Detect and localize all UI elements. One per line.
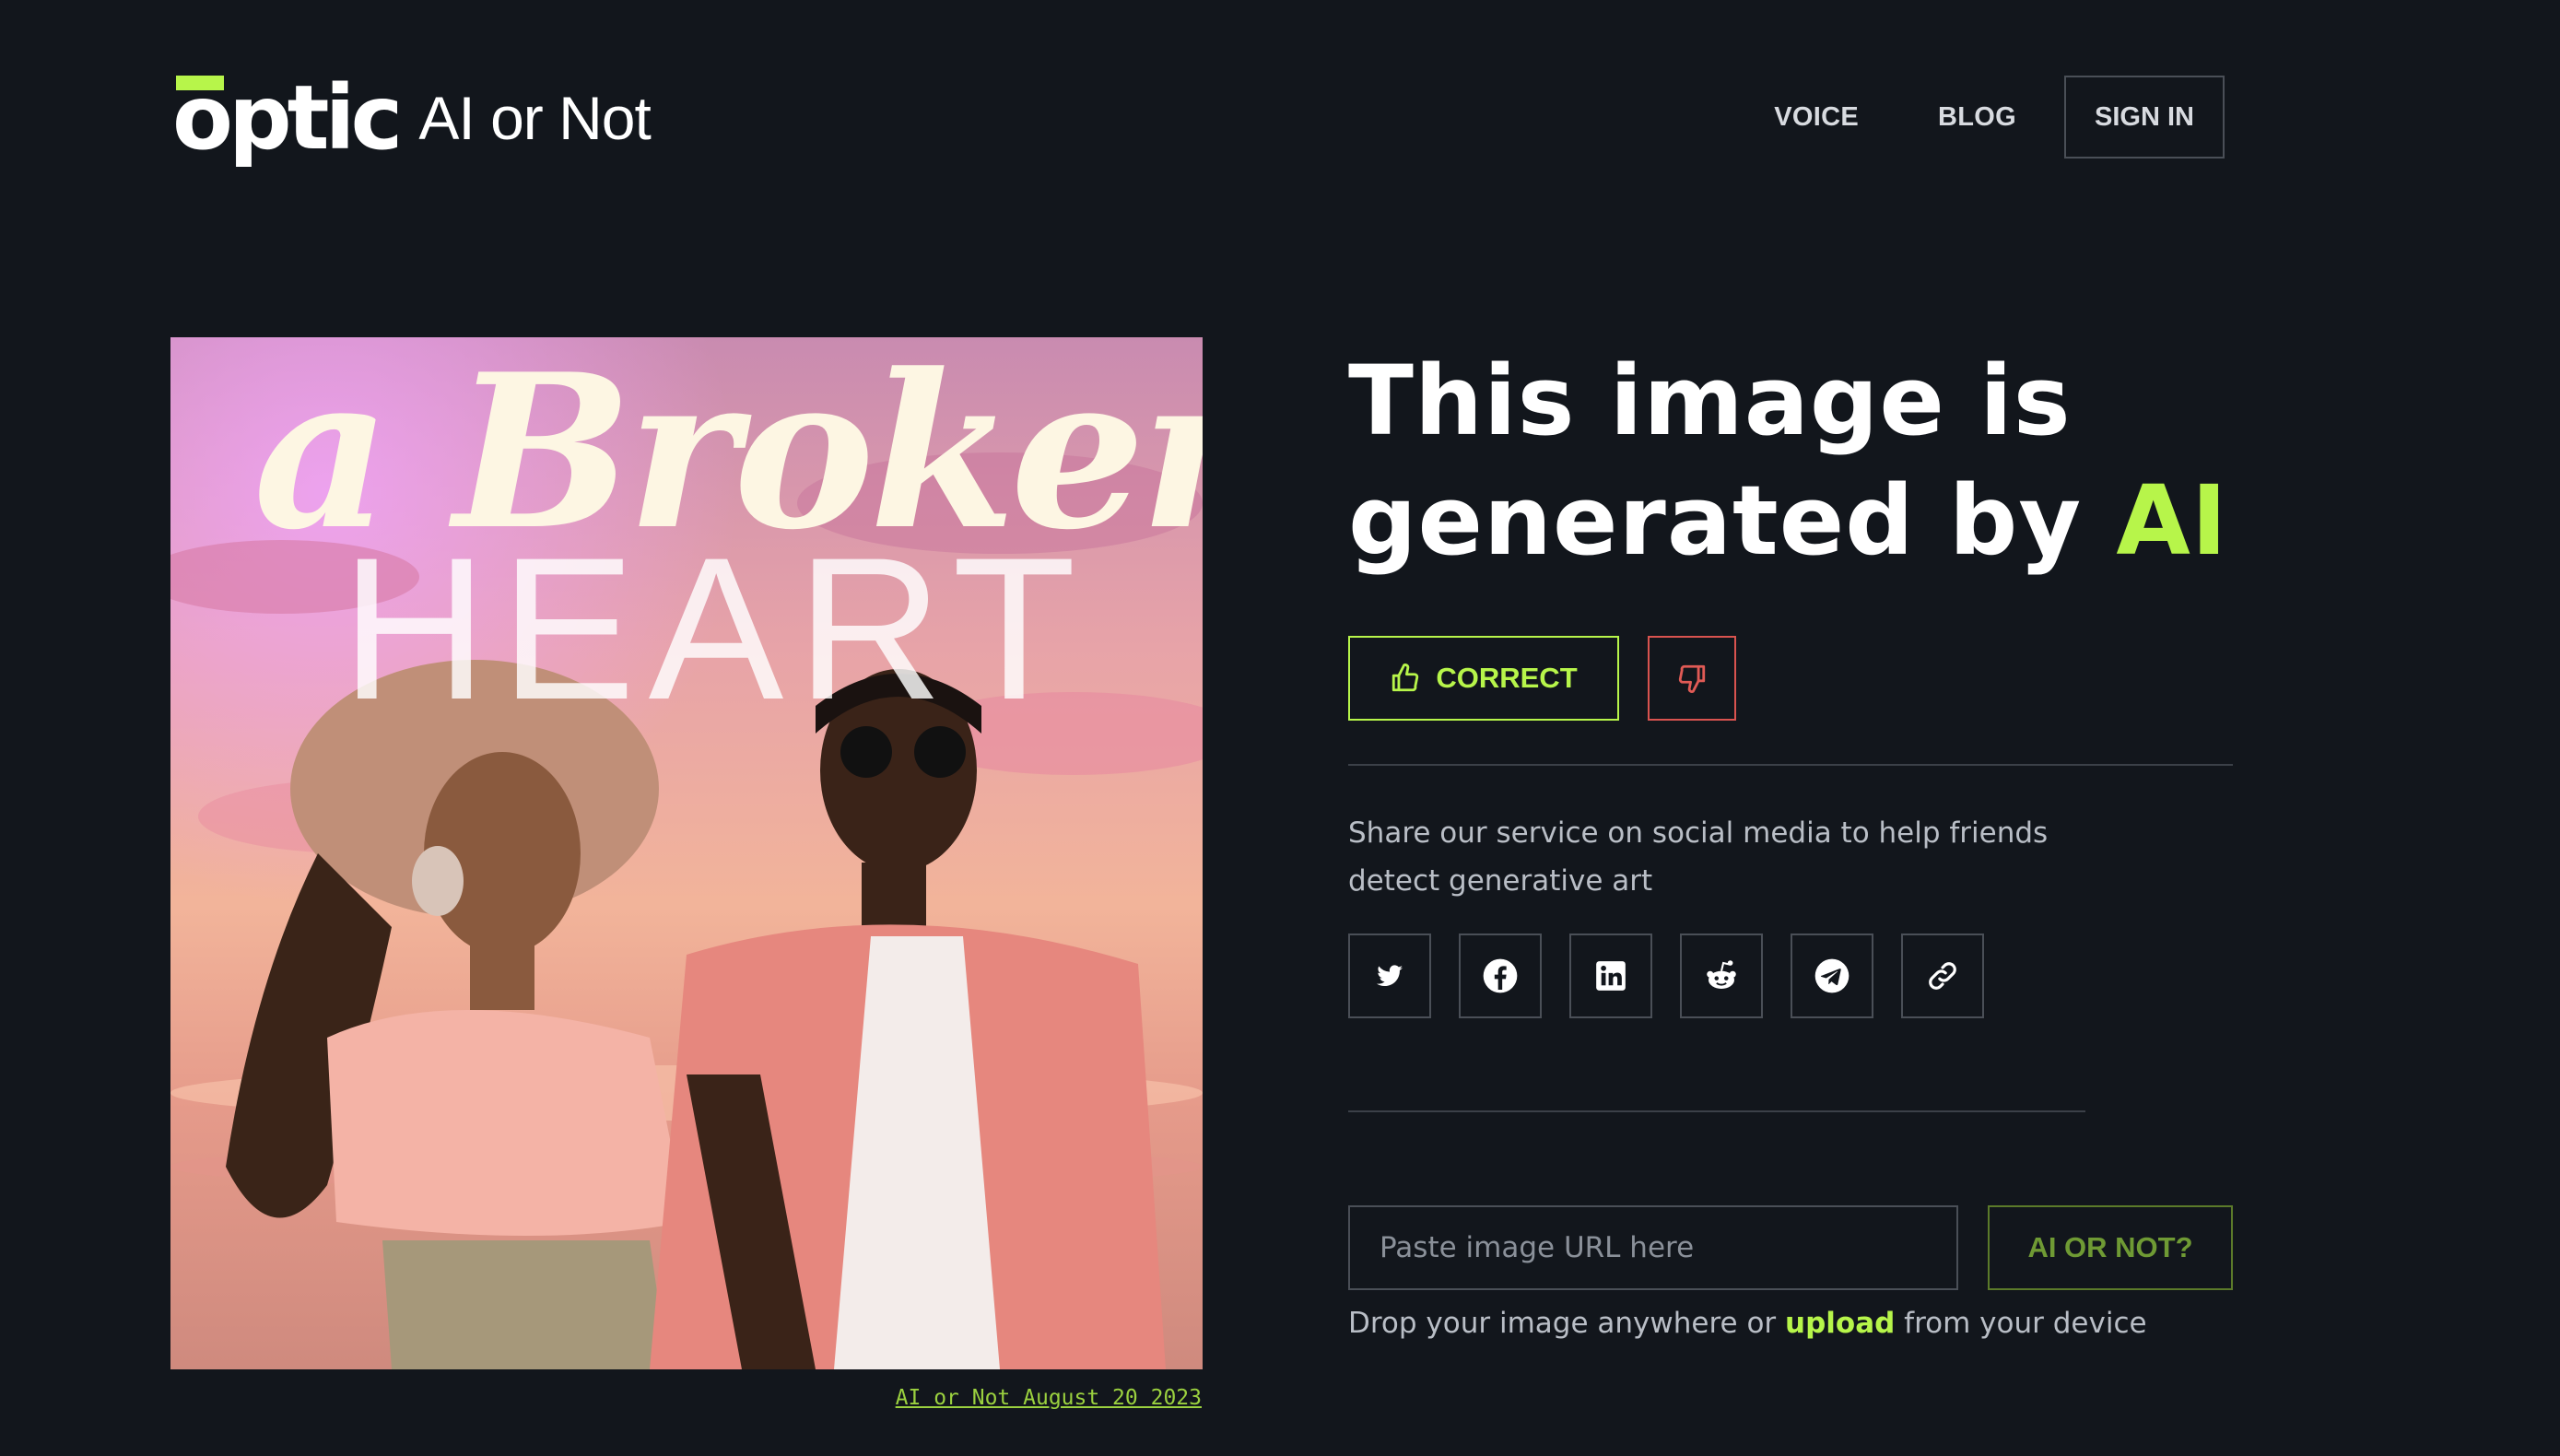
logo-mark: optic [172,66,403,170]
image-subtitle-text: HEART [341,515,1089,742]
link-icon [1929,962,1956,990]
thumbs-up-icon [1392,663,1419,692]
sign-in-button[interactable]: SIGN IN [2064,76,2225,159]
facebook-icon [1483,958,1518,993]
linkedin-icon [1596,961,1626,991]
image-caption-link[interactable]: AI or Not August 20 2023 [896,1386,1202,1410]
divider [1348,1110,2085,1112]
drop-suffix: from your device [1895,1307,2147,1340]
social-share-list [1348,933,2012,1018]
result-headline: This image is generated by AI [1348,341,2228,581]
upload-link[interactable]: upload [1785,1307,1895,1340]
reddit-icon [1707,960,1736,989]
headline-line-1: This image is [1348,345,2072,457]
share-twitter-button[interactable] [1348,933,1431,1018]
share-telegram-button[interactable] [1791,933,1873,1018]
divider [1348,764,2233,766]
correct-button[interactable]: CORRECT [1348,636,1619,721]
share-prompt: Share our service on social media to hel… [1348,816,2049,898]
top-nav: VOICE BLOG SIGN IN [1774,76,2225,159]
twitter-icon [1376,965,1403,987]
nav-voice-link[interactable]: VOICE [1774,102,1859,133]
telegram-icon [1814,958,1850,993]
copy-link-button[interactable] [1901,933,1984,1018]
product-name: AI or Not [418,84,651,152]
correct-label: CORRECT [1436,662,1578,694]
verdict-label: AI [2116,464,2228,577]
headline-generated-by: generated by [1348,464,2117,577]
thumbs-down-icon [1678,664,1706,693]
incorrect-button[interactable] [1648,636,1736,721]
share-reddit-button[interactable] [1680,933,1763,1018]
nav-blog-link[interactable]: BLOG [1938,102,2016,133]
ai-or-not-button[interactable]: AI OR NOT? [1988,1205,2233,1290]
analyzed-image: a Broken HEART [170,337,1203,1369]
image-url-input[interactable] [1348,1205,1958,1290]
headline-line-2: generated by AI [1348,461,2228,581]
drop-prefix: Drop your image anywhere or [1348,1307,1786,1340]
drop-instructions: Drop your image anywhere or upload from … [1348,1307,2147,1340]
share-linkedin-button[interactable] [1569,933,1652,1018]
logo[interactable]: optic AI or Not [172,66,652,170]
share-facebook-button[interactable] [1459,933,1542,1018]
